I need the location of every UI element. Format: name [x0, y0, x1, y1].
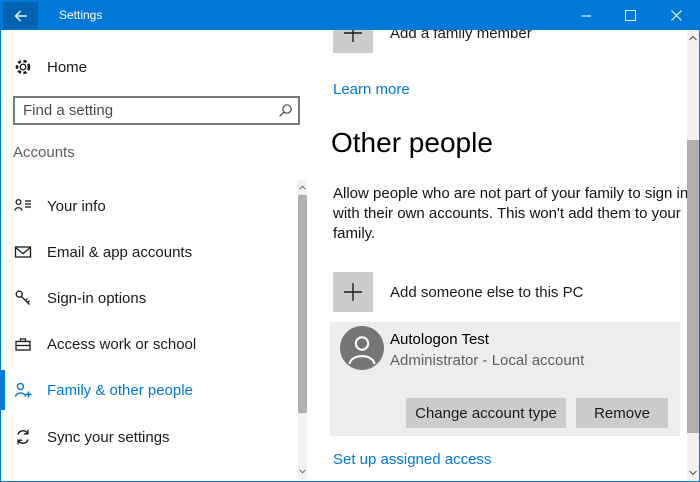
sidebar-item-label: Sign-in options [47, 290, 146, 307]
other-people-description: Allow people who are not part of your fa… [333, 184, 693, 244]
contact-card-icon [14, 197, 32, 215]
minimize-icon [581, 15, 591, 17]
account-card[interactable]: Autologon Test Administrator - Local acc… [330, 322, 680, 436]
sidebar-item-label: Access work or school [47, 336, 196, 353]
sidebar-item-your-info[interactable]: Your info [1, 186, 297, 226]
sync-icon [14, 428, 32, 446]
back-button[interactable] [3, 2, 38, 29]
scroll-up-icon[interactable] [687, 35, 699, 41]
back-arrow-icon [13, 8, 29, 24]
maximize-button[interactable] [608, 1, 653, 30]
content-scrollbar-thumb[interactable] [687, 140, 699, 433]
person-plus-icon [14, 381, 32, 399]
window-title: Settings [59, 1, 102, 30]
scroll-up-icon[interactable] [298, 185, 307, 190]
assigned-access-link[interactable]: Set up assigned access [333, 451, 491, 468]
sidebar-item-signin-options[interactable]: Sign-in options [1, 278, 297, 318]
plus-icon [333, 272, 373, 312]
scroll-down-icon[interactable] [687, 470, 699, 476]
gear-icon [14, 58, 32, 76]
settings-window: Add a family member Learn more Other peo… [0, 0, 700, 482]
sidebar-item-label: Your info [47, 198, 106, 215]
add-someone-label[interactable]: Add someone else to this PC [390, 272, 583, 312]
sidebar-item-family-other-people[interactable]: Family & other people [1, 370, 297, 410]
remove-button[interactable]: Remove [576, 398, 668, 428]
change-account-type-button[interactable]: Change account type [406, 398, 566, 428]
close-button[interactable] [653, 1, 699, 30]
sidebar-item-email-accounts[interactable]: Email & app accounts [1, 232, 297, 272]
sidebar-item-sync-settings[interactable]: Sync your settings [1, 417, 297, 457]
close-icon [671, 10, 682, 21]
minimize-button[interactable] [563, 1, 608, 30]
sidebar-scrollbar-thumb[interactable] [298, 195, 307, 413]
other-people-heading: Other people [331, 127, 493, 159]
person-icon [340, 326, 384, 370]
envelope-icon [14, 243, 32, 261]
titlebar: Settings [1, 1, 699, 30]
selected-accent-bar [1, 370, 5, 410]
add-someone-button[interactable] [333, 272, 373, 312]
search-input[interactable] [13, 96, 300, 125]
avatar [340, 326, 384, 370]
sidebar-scrollbar[interactable] [298, 180, 307, 479]
sidebar-item-access-work-school[interactable]: Access work or school [1, 324, 297, 364]
search-icon[interactable] [278, 103, 293, 118]
briefcase-icon [14, 335, 32, 353]
account-name: Autologon Test [390, 331, 489, 348]
search-box [13, 96, 300, 125]
scroll-down-icon[interactable] [298, 469, 307, 474]
maximize-icon [625, 10, 636, 21]
sidebar-item-home[interactable]: Home [1, 47, 297, 87]
sidebar-item-label: Email & app accounts [47, 244, 192, 261]
key-icon [14, 289, 32, 307]
sidebar-section-label: Accounts [13, 144, 75, 161]
sidebar-item-label: Family & other people [47, 382, 193, 399]
sidebar-item-label: Sync your settings [47, 429, 170, 446]
sidebar-home-label: Home [47, 59, 87, 76]
content-scrollbar[interactable] [687, 30, 699, 481]
learn-more-link[interactable]: Learn more [333, 81, 410, 98]
account-role: Administrator - Local account [390, 352, 584, 369]
